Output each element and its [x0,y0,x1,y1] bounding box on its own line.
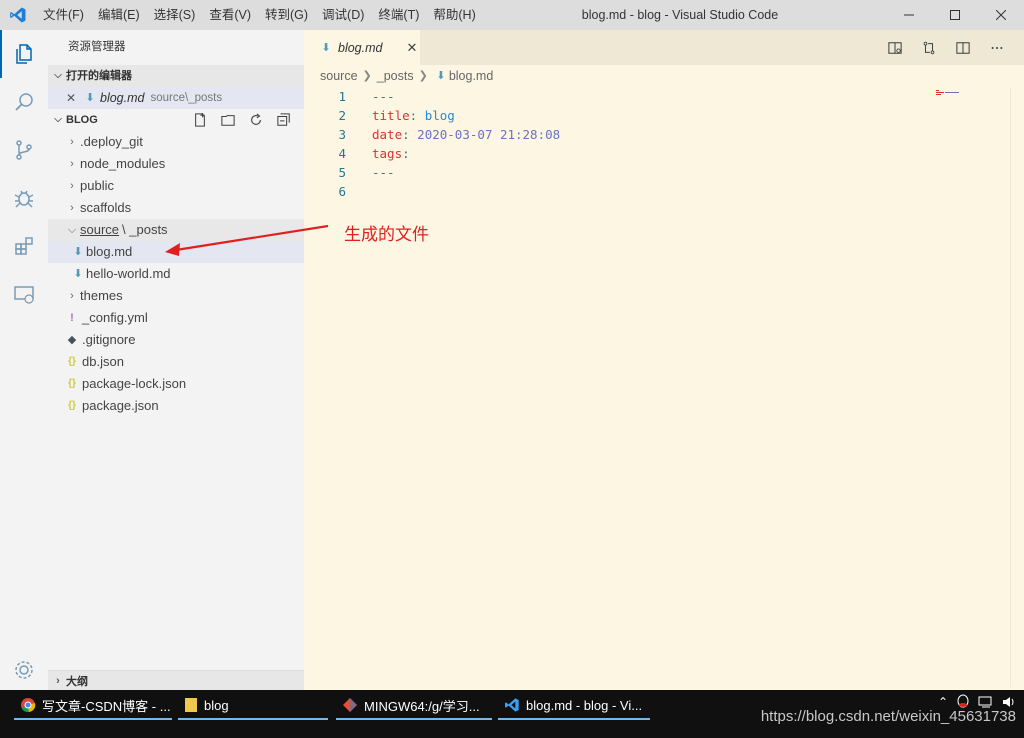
taskbar-item-chrome[interactable]: 写文章-CSDN博客 - ... [14,690,172,720]
watermark-text: https://blog.csdn.net/weixin_45631738 [760,708,1016,725]
taskbar-item-label: 写文章-CSDN博客 - ... [42,698,171,714]
annotation-text: 生成的文件 [344,225,429,245]
taskbar-item-mingw[interactable]: MINGW64:/g/学习... [336,690,492,720]
chrome-icon [21,698,36,713]
active-indicator [498,718,650,720]
git-bash-icon [343,698,357,712]
taskbar-item-label: blog.md - blog - Vi... [526,697,643,713]
taskbar-item-blog-folder[interactable]: blog [178,690,328,720]
taskbar-item-vscode[interactable]: blog.md - blog - Vi... [498,690,650,720]
active-indicator [14,718,172,720]
folder-icon [185,698,197,712]
taskbar: 写文章-CSDN博客 - ... blog MINGW64:/g/学习... b… [0,690,1024,738]
annotation-arrow [165,224,329,256]
taskbar-item-label: MINGW64:/g/学习... [364,698,480,714]
chevron-up-icon[interactable]: ⌃ [938,695,948,709]
active-indicator [336,718,492,720]
active-indicator [178,718,328,720]
network-icon[interactable] [978,695,994,709]
vscode-icon [505,698,519,712]
taskbar-item-label: blog [204,697,229,713]
volume-icon[interactable] [1002,695,1016,709]
